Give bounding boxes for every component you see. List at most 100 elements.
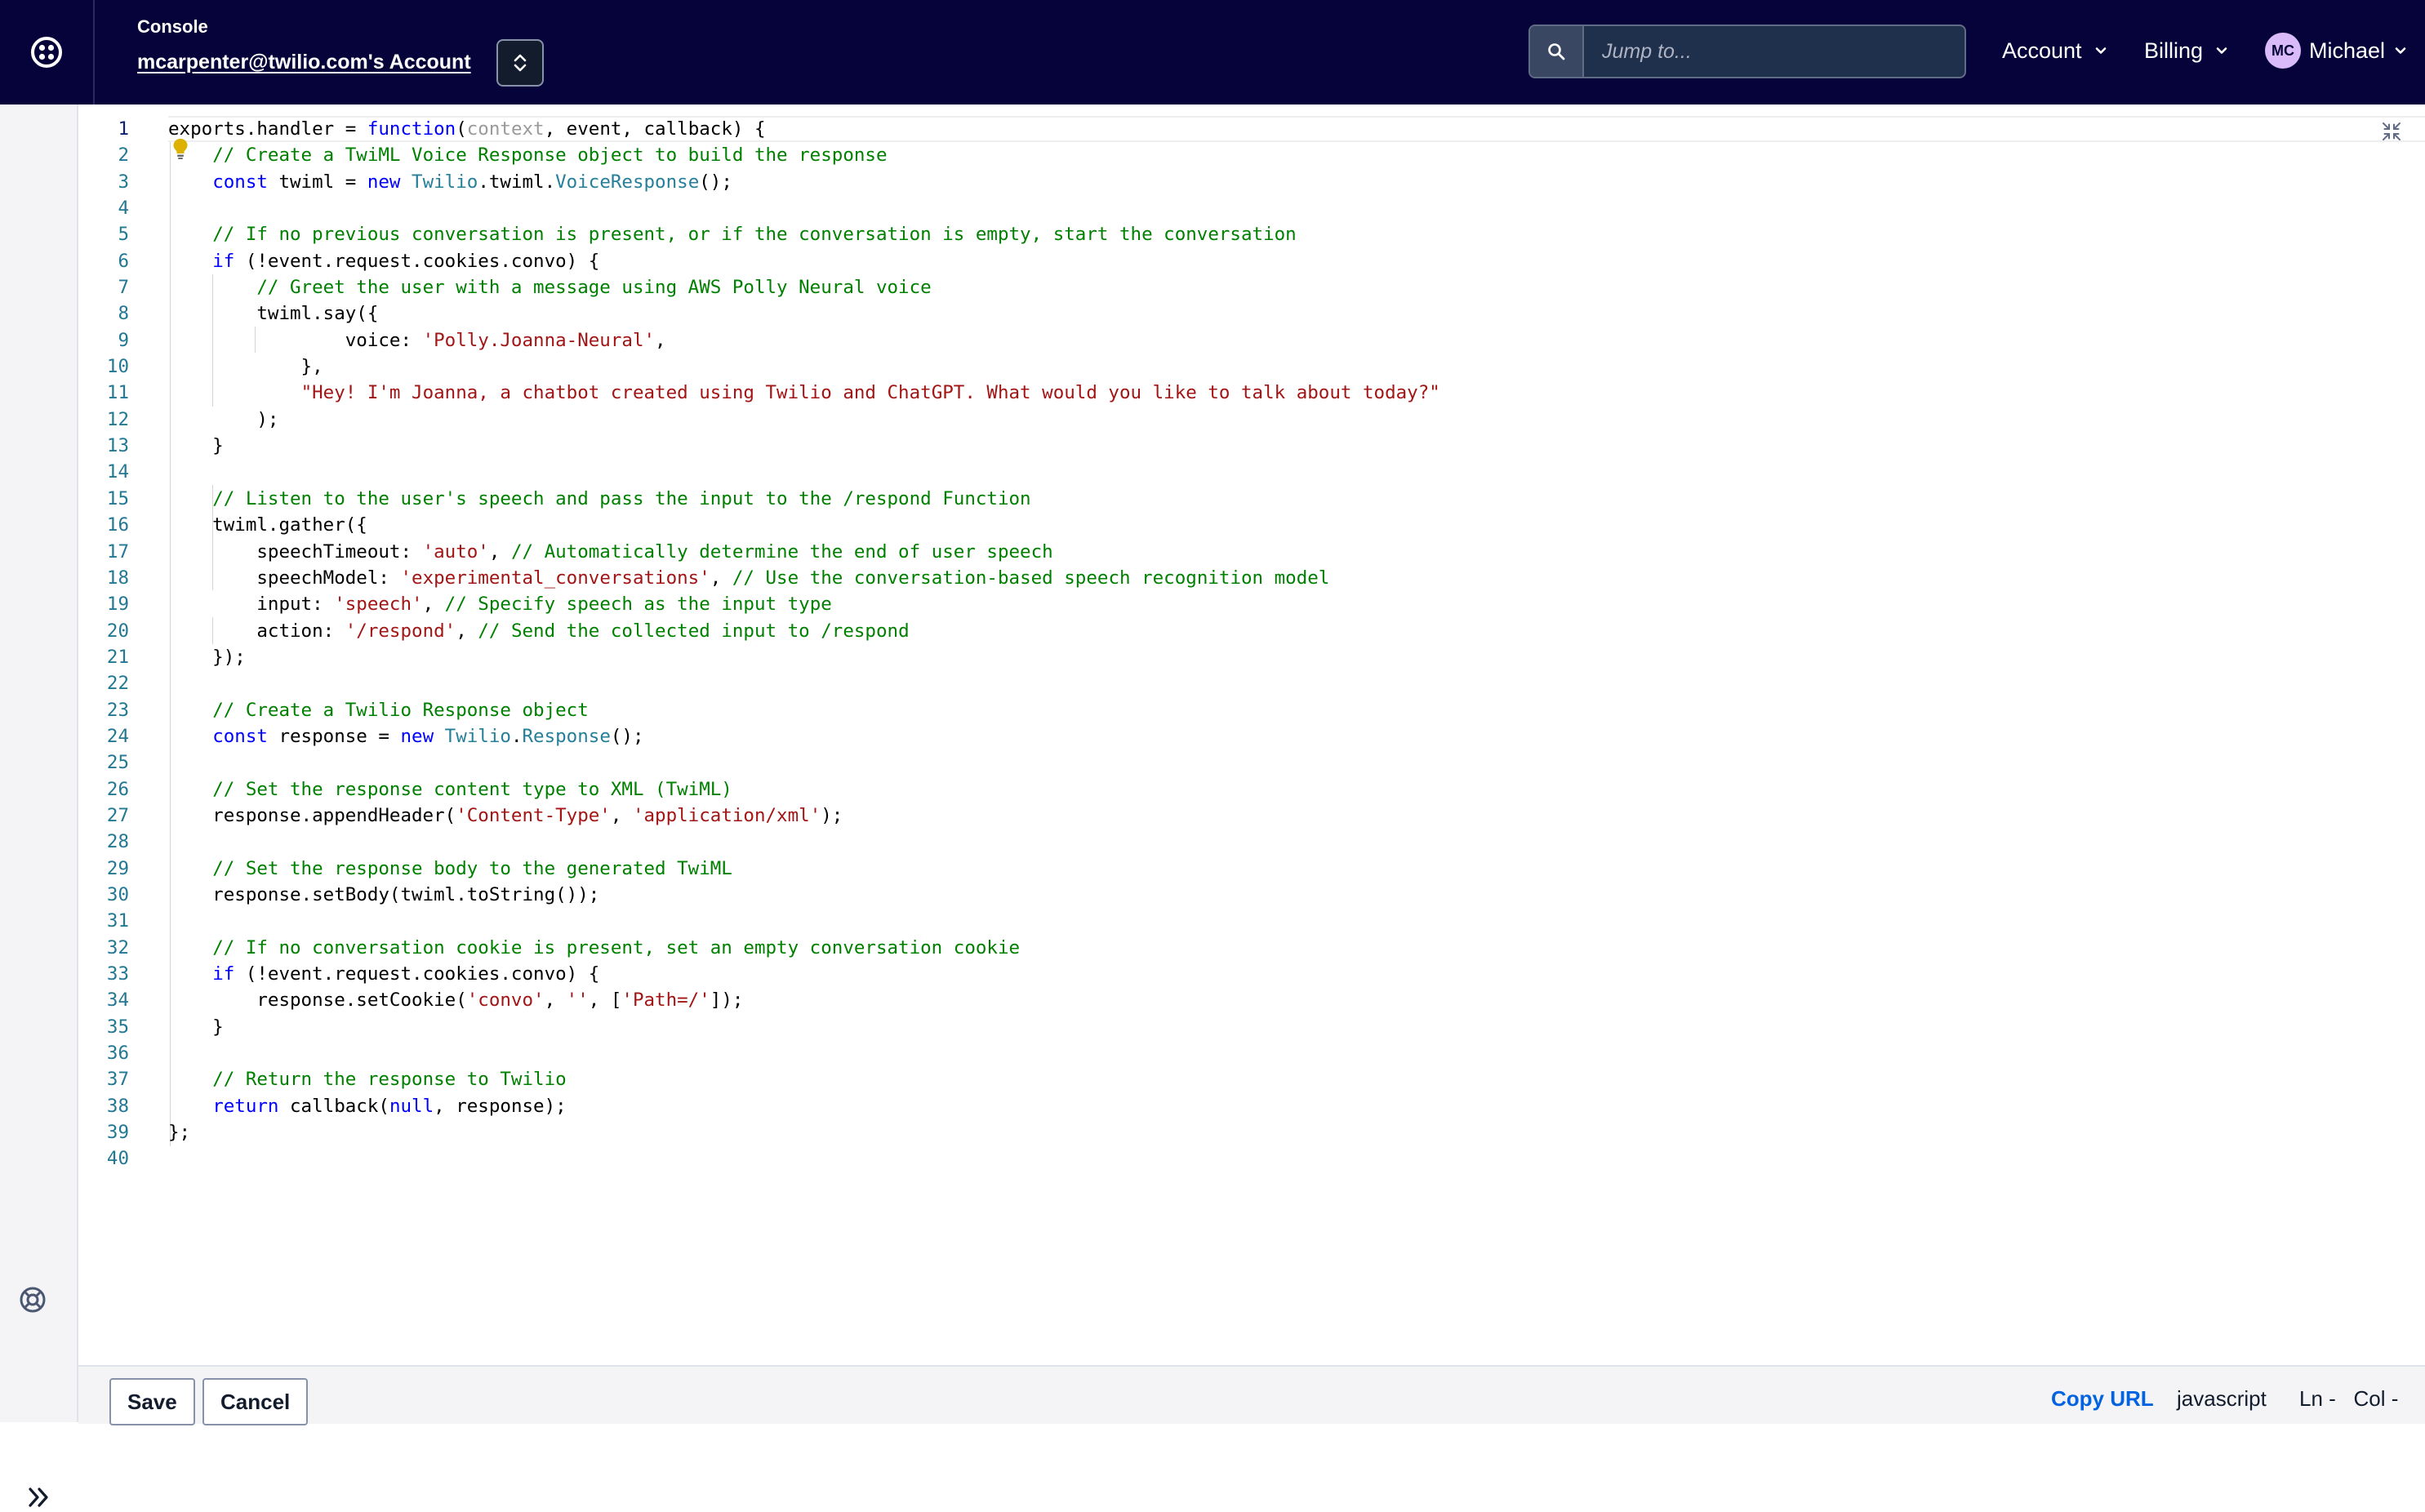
line-number: 33 — [106, 963, 129, 985]
line-number: 17 — [106, 540, 129, 563]
code-token: , — [655, 329, 666, 351]
code-token: }, — [168, 356, 323, 378]
code-token: Twilio — [444, 725, 511, 747]
line-text: ); — [168, 407, 278, 433]
copy-url-link[interactable]: Copy URL — [2051, 1386, 2154, 1412]
line-text: // Set the response body to the generate… — [168, 856, 732, 882]
code-token: 'experimental_conversations' — [400, 567, 710, 589]
code-token: input: — [168, 594, 335, 616]
code-token: 'application/xml' — [632, 804, 821, 826]
line-number: 9 — [118, 329, 129, 351]
account-switcher-button[interactable] — [496, 39, 544, 87]
code-token: 'convo' — [466, 989, 545, 1012]
cancel-button[interactable]: Cancel — [202, 1378, 309, 1425]
cursor-position: Ln - Col - — [2299, 1386, 2399, 1411]
line-text: speechTimeout: 'auto', // Automatically … — [168, 539, 1052, 565]
code-token: (); — [610, 725, 644, 747]
search-button[interactable] — [1530, 26, 1584, 77]
code-token: speechModel: — [168, 567, 401, 589]
line-text: exports.handler = function(context, even… — [168, 116, 766, 142]
line-text: }); — [168, 644, 246, 670]
line-number: 39 — [106, 1122, 129, 1144]
save-button[interactable]: Save — [109, 1378, 195, 1425]
line-number: 4 — [118, 198, 129, 220]
code-token: }; — [168, 1122, 191, 1144]
line-text: voice: 'Polly.Joanna-Neural', — [168, 327, 666, 354]
code-token: context — [466, 118, 545, 140]
chevron-up-down-icon — [514, 54, 527, 72]
line-number: 2 — [118, 145, 129, 167]
code-token: , — [488, 540, 511, 563]
code-token: ); — [168, 408, 279, 430]
code-token: function — [367, 118, 456, 140]
line-number: 37 — [106, 1069, 129, 1091]
code-token: if — [212, 963, 235, 985]
line-number: 24 — [106, 725, 129, 747]
code-token: 'Content-Type' — [456, 804, 611, 826]
code-token: , [ — [588, 989, 622, 1012]
account-name-link[interactable]: mcarpenter@twilio.com's Account — [137, 51, 471, 74]
line-number: 23 — [106, 699, 129, 721]
line-number: 16 — [106, 514, 129, 536]
line-text: } — [168, 1014, 224, 1040]
code-token: }); — [168, 646, 246, 668]
code-token: ]); — [710, 989, 744, 1012]
line-number: 13 — [106, 435, 129, 457]
line-number: 10 — [106, 356, 129, 378]
line-text: const twiml = new Twilio.twiml.VoiceResp… — [168, 169, 732, 195]
line-text: twiml.gather({ — [168, 512, 367, 538]
chevron-down-icon — [2395, 47, 2406, 54]
line-number: 21 — [106, 646, 129, 668]
code-token: (!event.request.cookies.convo) { — [234, 963, 600, 985]
line-text: // Listen to the user's speech and pass … — [168, 486, 1030, 512]
logo-button[interactable] — [0, 0, 95, 105]
code-token: (!event.request.cookies.convo) { — [234, 250, 600, 272]
language-indicator[interactable]: javascript — [2177, 1386, 2267, 1412]
code-token: response.appendHeader( — [168, 804, 456, 826]
line-text: if (!event.request.cookies.convo) { — [168, 248, 599, 274]
line-number: 38 — [106, 1095, 129, 1117]
user-menu[interactable]: MC Michael — [2265, 33, 2408, 69]
double-chevron-right-icon[interactable] — [24, 1483, 54, 1512]
line-text: response.appendHeader('Content-Type', 'a… — [168, 803, 843, 829]
line-text: "Hey! I'm Joanna, a chatbot created usin… — [168, 380, 1440, 406]
left-sidebar — [0, 105, 78, 1507]
code-token: . — [510, 725, 523, 747]
code-token: twiml.say({ — [168, 303, 379, 325]
line-text: }; — [168, 1119, 190, 1145]
minimize-icon[interactable] — [2381, 121, 2402, 142]
code-token: } — [168, 1016, 224, 1038]
line-number: 31 — [106, 910, 129, 932]
code-token: return — [212, 1095, 279, 1117]
chevron-down-icon — [2216, 47, 2227, 54]
code-token: '/respond' — [345, 620, 456, 642]
code-token: response.setCookie( — [168, 989, 467, 1012]
code-token: ( — [456, 118, 467, 140]
code-token: "Hey! I'm Joanna, a chatbot created usin… — [300, 382, 1440, 404]
code-token: new — [400, 725, 434, 747]
account-menu[interactable]: Account — [2002, 33, 2108, 69]
line-number: 26 — [106, 778, 129, 800]
line-text: if (!event.request.cookies.convo) { — [168, 961, 599, 987]
code-token: Response — [522, 725, 611, 747]
billing-menu[interactable]: Billing — [2144, 33, 2229, 69]
code-token: , — [422, 594, 445, 616]
code-token: VoiceResponse — [555, 171, 700, 193]
lifebuoy-icon[interactable] — [16, 1283, 49, 1316]
code-token: .twiml. — [478, 171, 556, 193]
search-input[interactable] — [1584, 26, 1964, 77]
line-text: twiml.say({ — [168, 300, 378, 327]
code-editor[interactable]: 1 exports.handler = function(context, eve… — [78, 105, 2425, 1365]
line-text: // If no previous conversation is presen… — [168, 221, 1297, 247]
lightbulb-icon[interactable] — [171, 137, 189, 160]
code-token: voice: — [168, 329, 423, 351]
